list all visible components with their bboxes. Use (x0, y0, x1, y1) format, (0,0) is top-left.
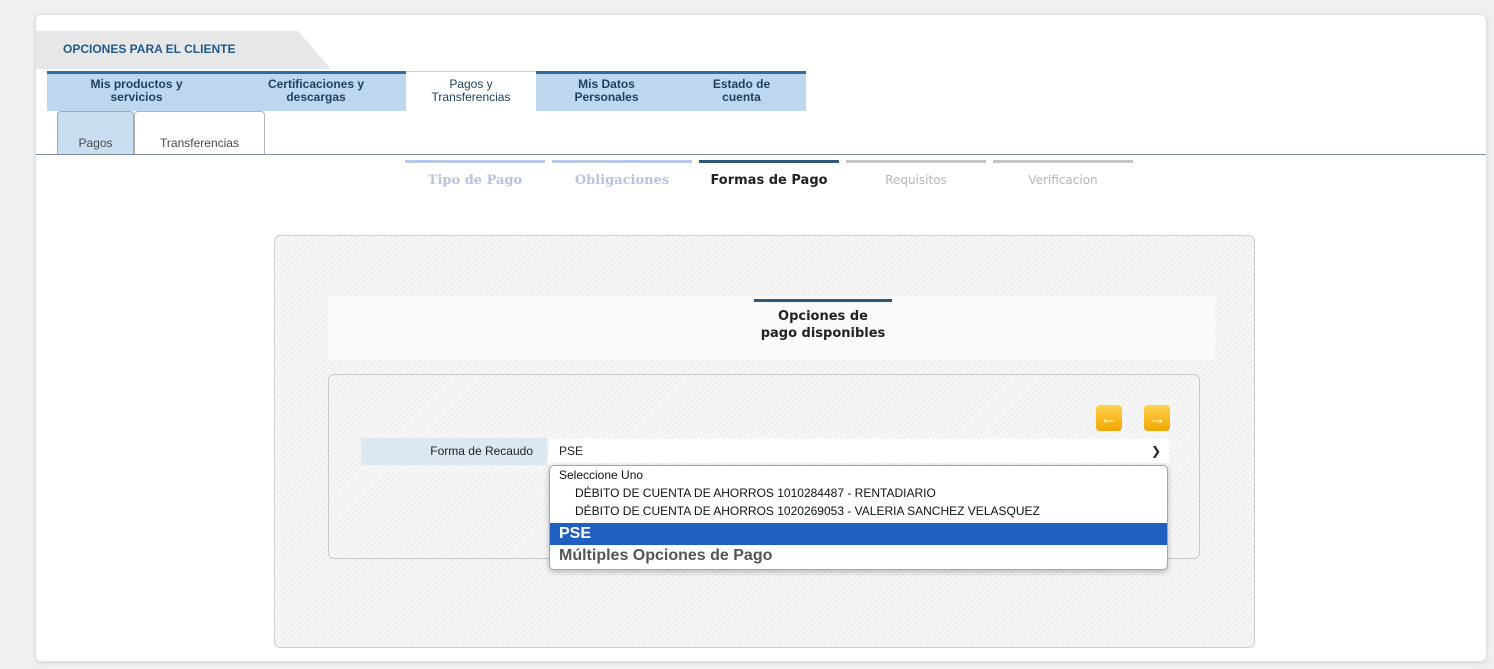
section-heading-band: Opciones de pago disponibles (328, 296, 1215, 360)
arrow-right-icon[interactable]: → (1144, 405, 1170, 431)
step-tipo-de-pago: Tipo de Pago (405, 160, 545, 190)
forma-recaudo-select[interactable]: PSE ❯ (549, 439, 1169, 463)
top-tab-title: OPCIONES PARA EL CLIENTE (63, 42, 236, 56)
option-seleccione-uno[interactable]: Seleccione Uno (550, 468, 1167, 483)
tab-mis-productos[interactable]: Mis productos y servicios (47, 71, 226, 111)
arrow-left-icon[interactable]: ← (1096, 405, 1122, 431)
tab-estado-cuenta[interactable]: Estado de cuenta (677, 71, 806, 111)
tab-pagos-transferencias[interactable]: Pagos y Transferencias (406, 71, 536, 113)
tab-mis-datos[interactable]: Mis Datos Personales (536, 71, 677, 111)
forma-recaudo-dropdown: Seleccione Uno DÉBITO DE CUENTA DE AHORR… (549, 465, 1168, 570)
heading-accent-line (754, 299, 892, 302)
subtab-transferencias[interactable]: Transferencias (134, 111, 265, 154)
forma-recaudo-label: Forma de Recaudo (361, 438, 547, 465)
step-verificacion: Verificacion (993, 160, 1133, 190)
chevron-down-icon: ❯ (1150, 444, 1161, 458)
section-heading: Opciones de pago disponibles (760, 309, 886, 341)
option-debito-ahorros-1[interactable]: DÉBITO DE CUENTA DE AHORROS 1010284487 -… (550, 484, 1167, 502)
select-value: PSE (559, 444, 584, 458)
option-multiples-opciones[interactable]: Múltiples Opciones de Pago (550, 545, 1167, 567)
payment-options-panel: Opciones de pago disponibles ← → Forma d… (274, 235, 1255, 648)
option-debito-ahorros-2[interactable]: DÉBITO DE CUENTA DE AHORROS 1020269053 -… (550, 502, 1167, 520)
tabs-divider (36, 154, 1486, 155)
tab-certificaciones[interactable]: Certificaciones y descargas (226, 71, 406, 111)
step-obligaciones: Obligaciones (552, 160, 692, 190)
subtab-pagos[interactable]: Pagos (57, 111, 134, 154)
step-formas-de-pago: Formas de Pago (699, 160, 839, 190)
option-pse[interactable]: PSE (550, 523, 1167, 545)
step-requisitos: Requisitos (846, 160, 986, 190)
